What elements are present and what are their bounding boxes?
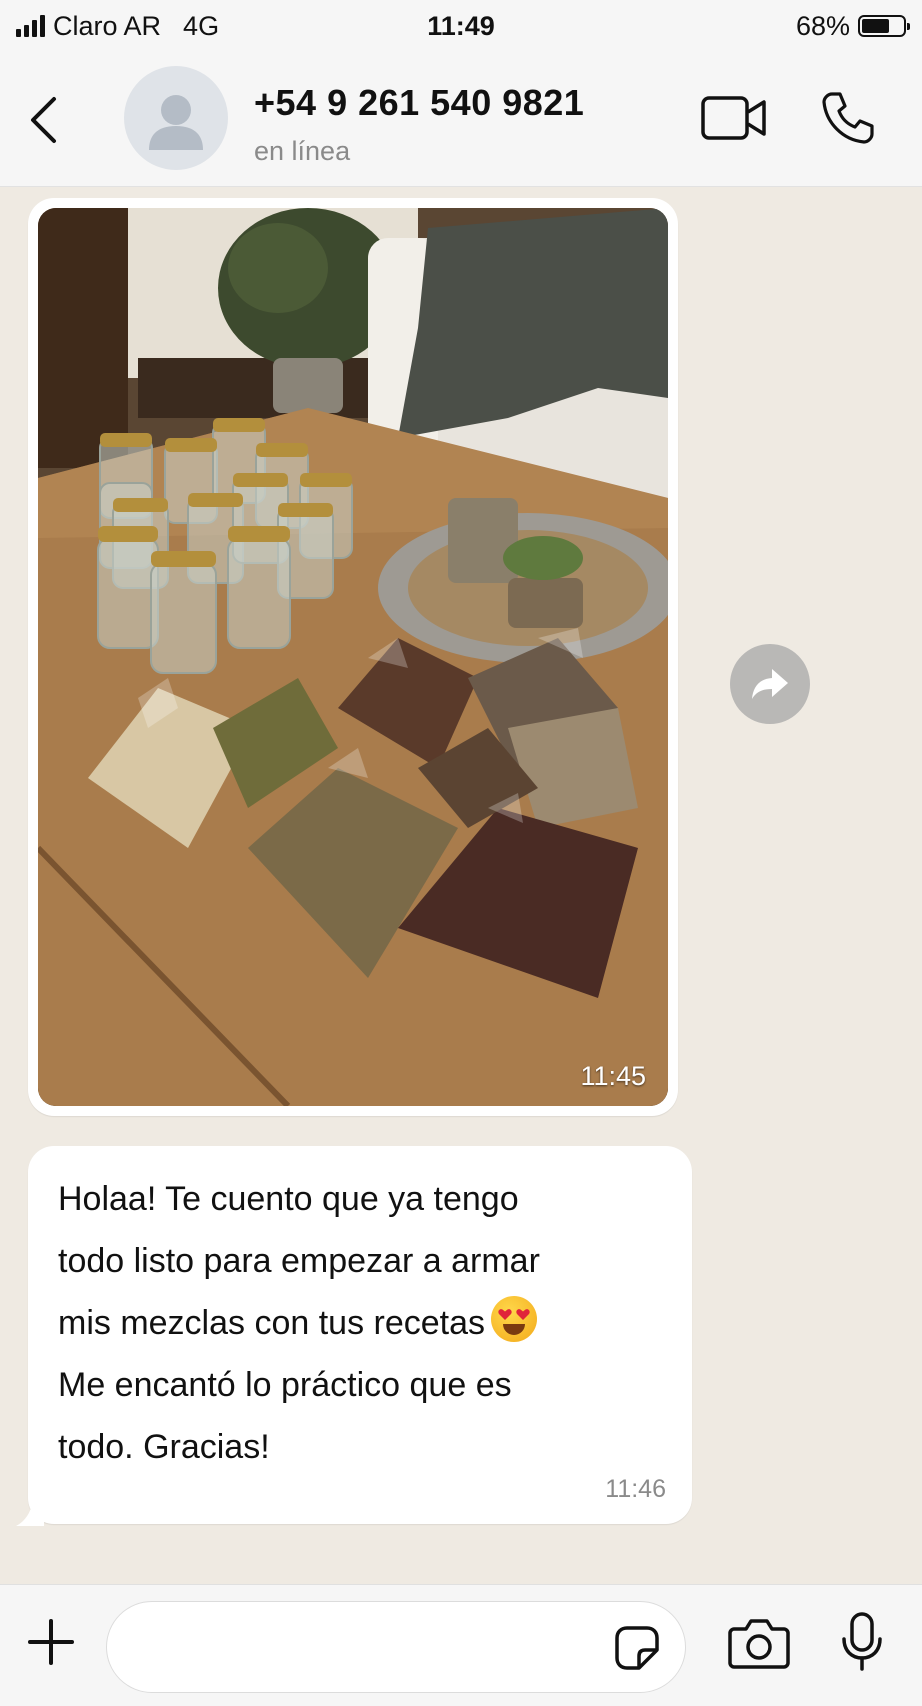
- heart-eyes-emoji: [491, 1296, 538, 1342]
- back-button[interactable]: [18, 90, 68, 150]
- attach-button[interactable]: [26, 1617, 76, 1667]
- text-message-bubble[interactable]: Holaa! Te cuento que ya tengo todo listo…: [28, 1146, 692, 1524]
- default-avatar-icon: [149, 95, 203, 150]
- chevron-left-icon: [31, 97, 56, 143]
- message-time: 11:45: [580, 1061, 646, 1091]
- voice-call-button[interactable]: [818, 88, 878, 148]
- chat-header: +54 9 261 540 9821 en línea: [0, 52, 922, 187]
- battery-fill: [862, 19, 890, 33]
- message-text-part-1: Holaa! Te cuento que ya tengo todo listo…: [58, 1180, 540, 1342]
- emoji-mouth: [503, 1324, 526, 1335]
- battery-percent: 68%: [795, 10, 850, 41]
- message-text-part-2: Me encantó lo práctico que es todo. Grac…: [58, 1366, 512, 1466]
- microphone-button[interactable]: [840, 1611, 884, 1673]
- network-label: 4G: [183, 10, 220, 41]
- sticker-button[interactable]: [613, 1624, 661, 1672]
- video-call-button[interactable]: [700, 92, 768, 144]
- plus-icon: [28, 1619, 74, 1665]
- heart-eye-icon: [498, 1309, 512, 1320]
- forward-icon: [752, 669, 788, 699]
- message-composer: [0, 1584, 922, 1706]
- heart-eye-icon: [516, 1309, 530, 1320]
- status-left: Claro AR 4G: [16, 11, 219, 42]
- microphone-icon: [842, 1612, 882, 1671]
- video-call-icon: [701, 96, 766, 140]
- camera-icon: [728, 1619, 790, 1669]
- message-photo[interactable]: 11:45: [38, 208, 668, 1106]
- camera-button[interactable]: [728, 1617, 790, 1669]
- forward-button[interactable]: [730, 644, 810, 724]
- sticker-icon: [615, 1626, 659, 1670]
- message-input-container[interactable]: [106, 1601, 686, 1693]
- message-input[interactable]: [131, 1602, 601, 1692]
- status-right: 68%: [795, 10, 910, 42]
- chat-area[interactable]: 11:45 Holaa! Te cuento que ya tengo todo…: [0, 188, 922, 1584]
- message-text: Holaa! Te cuento que ya tengo todo listo…: [58, 1168, 662, 1478]
- bubble-tail: [16, 1504, 44, 1526]
- contact-name[interactable]: +54 9 261 540 9821: [254, 82, 584, 124]
- battery-icon: [858, 15, 910, 37]
- contact-status: en línea: [254, 136, 351, 166]
- signal-icon: [16, 15, 45, 37]
- phone-icon: [822, 92, 874, 144]
- message-time: 11:46: [605, 1475, 666, 1503]
- avatar[interactable]: [124, 66, 228, 170]
- carrier-label: Claro AR: [53, 10, 162, 41]
- image-message-bubble[interactable]: 11:45: [28, 198, 678, 1116]
- photo-jars-and-spices: [38, 208, 668, 1106]
- status-bar: Claro AR 4G 11:49 68%: [0, 0, 922, 52]
